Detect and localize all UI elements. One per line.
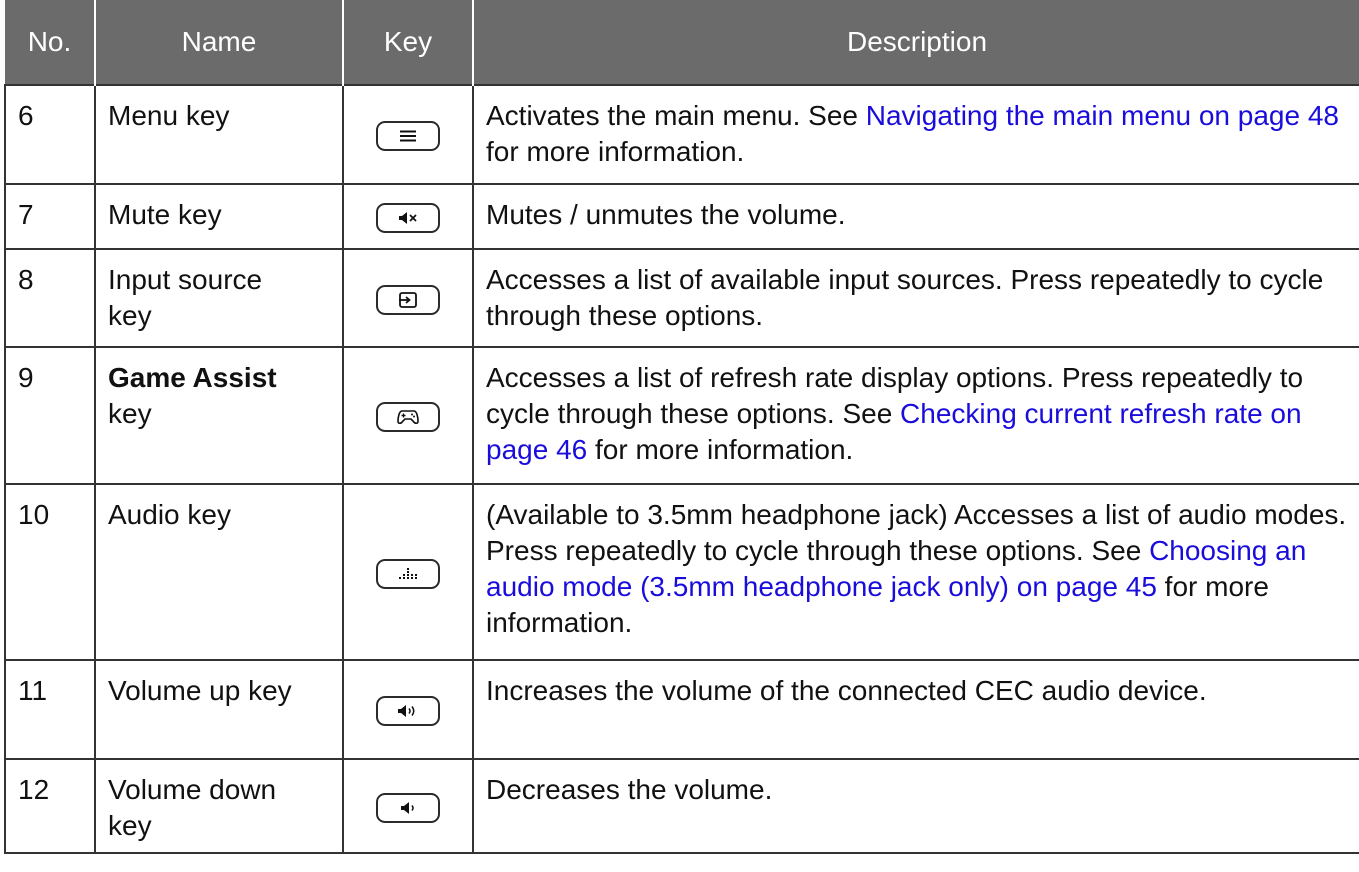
equalizer-icon xyxy=(376,558,440,589)
column-header-name: Name xyxy=(94,0,343,85)
volume-up-icon xyxy=(376,696,440,727)
row-number: 6 xyxy=(4,84,96,185)
description-text: Activates the main menu. See xyxy=(486,100,866,131)
key-name: Menu key xyxy=(94,84,344,185)
description-link[interactable]: Navigating the main menu on page 48 xyxy=(866,100,1339,131)
key-name: Audio key xyxy=(94,483,344,661)
key-name-text: Mute key xyxy=(108,199,222,230)
key-name-text: Input source xyxy=(108,264,263,295)
table-row: 7 Mute key Mutes / unmutes the volume. xyxy=(4,183,1359,250)
key-name-text: Menu key xyxy=(108,100,230,131)
key-name-text: key xyxy=(108,810,152,841)
key-description: (Available to 3.5mm headphone jack) Acce… xyxy=(472,483,1359,661)
mute-icon xyxy=(376,203,440,234)
key-description: Decreases the volume. xyxy=(472,758,1359,854)
table-row: 10 Audio key (Available to 3.5mm headpho… xyxy=(4,483,1359,661)
row-number: 8 xyxy=(4,248,96,348)
volume-down-icon xyxy=(376,792,440,823)
key-description: Accesses a list of refresh rate display … xyxy=(472,346,1359,485)
description-text: for more information. xyxy=(486,136,745,167)
key-name: Game Assist key xyxy=(94,346,344,485)
key-description: Activates the main menu. See Navigating … xyxy=(472,84,1359,185)
key-name: Input source key xyxy=(94,248,344,348)
key-name-text: Audio key xyxy=(108,499,231,530)
key-name-text: key xyxy=(108,300,152,331)
key-name: Mute key xyxy=(94,183,344,250)
row-number: 11 xyxy=(4,659,96,760)
row-number: 9 xyxy=(4,346,96,485)
row-number: 10 xyxy=(4,483,96,661)
description-text: Increases the volume of the connected CE… xyxy=(486,675,1207,706)
description-text: Accesses a list of available input sourc… xyxy=(486,264,1324,331)
column-header-no: No. xyxy=(5,0,95,85)
key-name: Volume down key xyxy=(94,758,344,854)
description-text: Decreases the volume. xyxy=(486,774,773,805)
key-description: Mutes / unmutes the volume. xyxy=(472,183,1359,250)
column-header-key: Key xyxy=(342,0,473,85)
table-row: 8 Input source key Accesses a list of ava… xyxy=(4,248,1359,348)
table-row: 11 Volume up key Increases the volume of… xyxy=(4,659,1359,760)
key-description: Accesses a list of available input sourc… xyxy=(472,248,1359,348)
gamepad-icon xyxy=(376,402,440,433)
key-table: No. Name Key Description 6 Menu key Acti… xyxy=(4,0,1359,854)
table-row: 12 Volume down key Decreases the volume. xyxy=(4,758,1359,854)
column-header-description: Description xyxy=(472,0,1359,85)
row-number: 12 xyxy=(4,758,96,854)
row-number: 7 xyxy=(4,183,96,250)
key-description: Increases the volume of the connected CE… xyxy=(472,659,1359,760)
description-text: for more information. xyxy=(587,434,854,465)
table-header-row: No. Name Key Description xyxy=(5,0,1359,85)
key-name-bold: Game Assist xyxy=(108,362,277,393)
table-row: 9 Game Assist key Accesses a list of refr… xyxy=(4,346,1359,485)
key-name: Volume up key xyxy=(94,659,344,760)
key-name-text: Volume up key xyxy=(108,675,292,706)
menu-icon xyxy=(376,121,440,152)
key-name-text: Volume down xyxy=(108,774,277,805)
key-name-text: key xyxy=(108,398,152,429)
input-source-icon xyxy=(376,284,440,315)
description-text: Mutes / unmutes the volume. xyxy=(486,199,846,230)
table-row: 6 Menu key Activates the main menu. See … xyxy=(4,84,1359,185)
